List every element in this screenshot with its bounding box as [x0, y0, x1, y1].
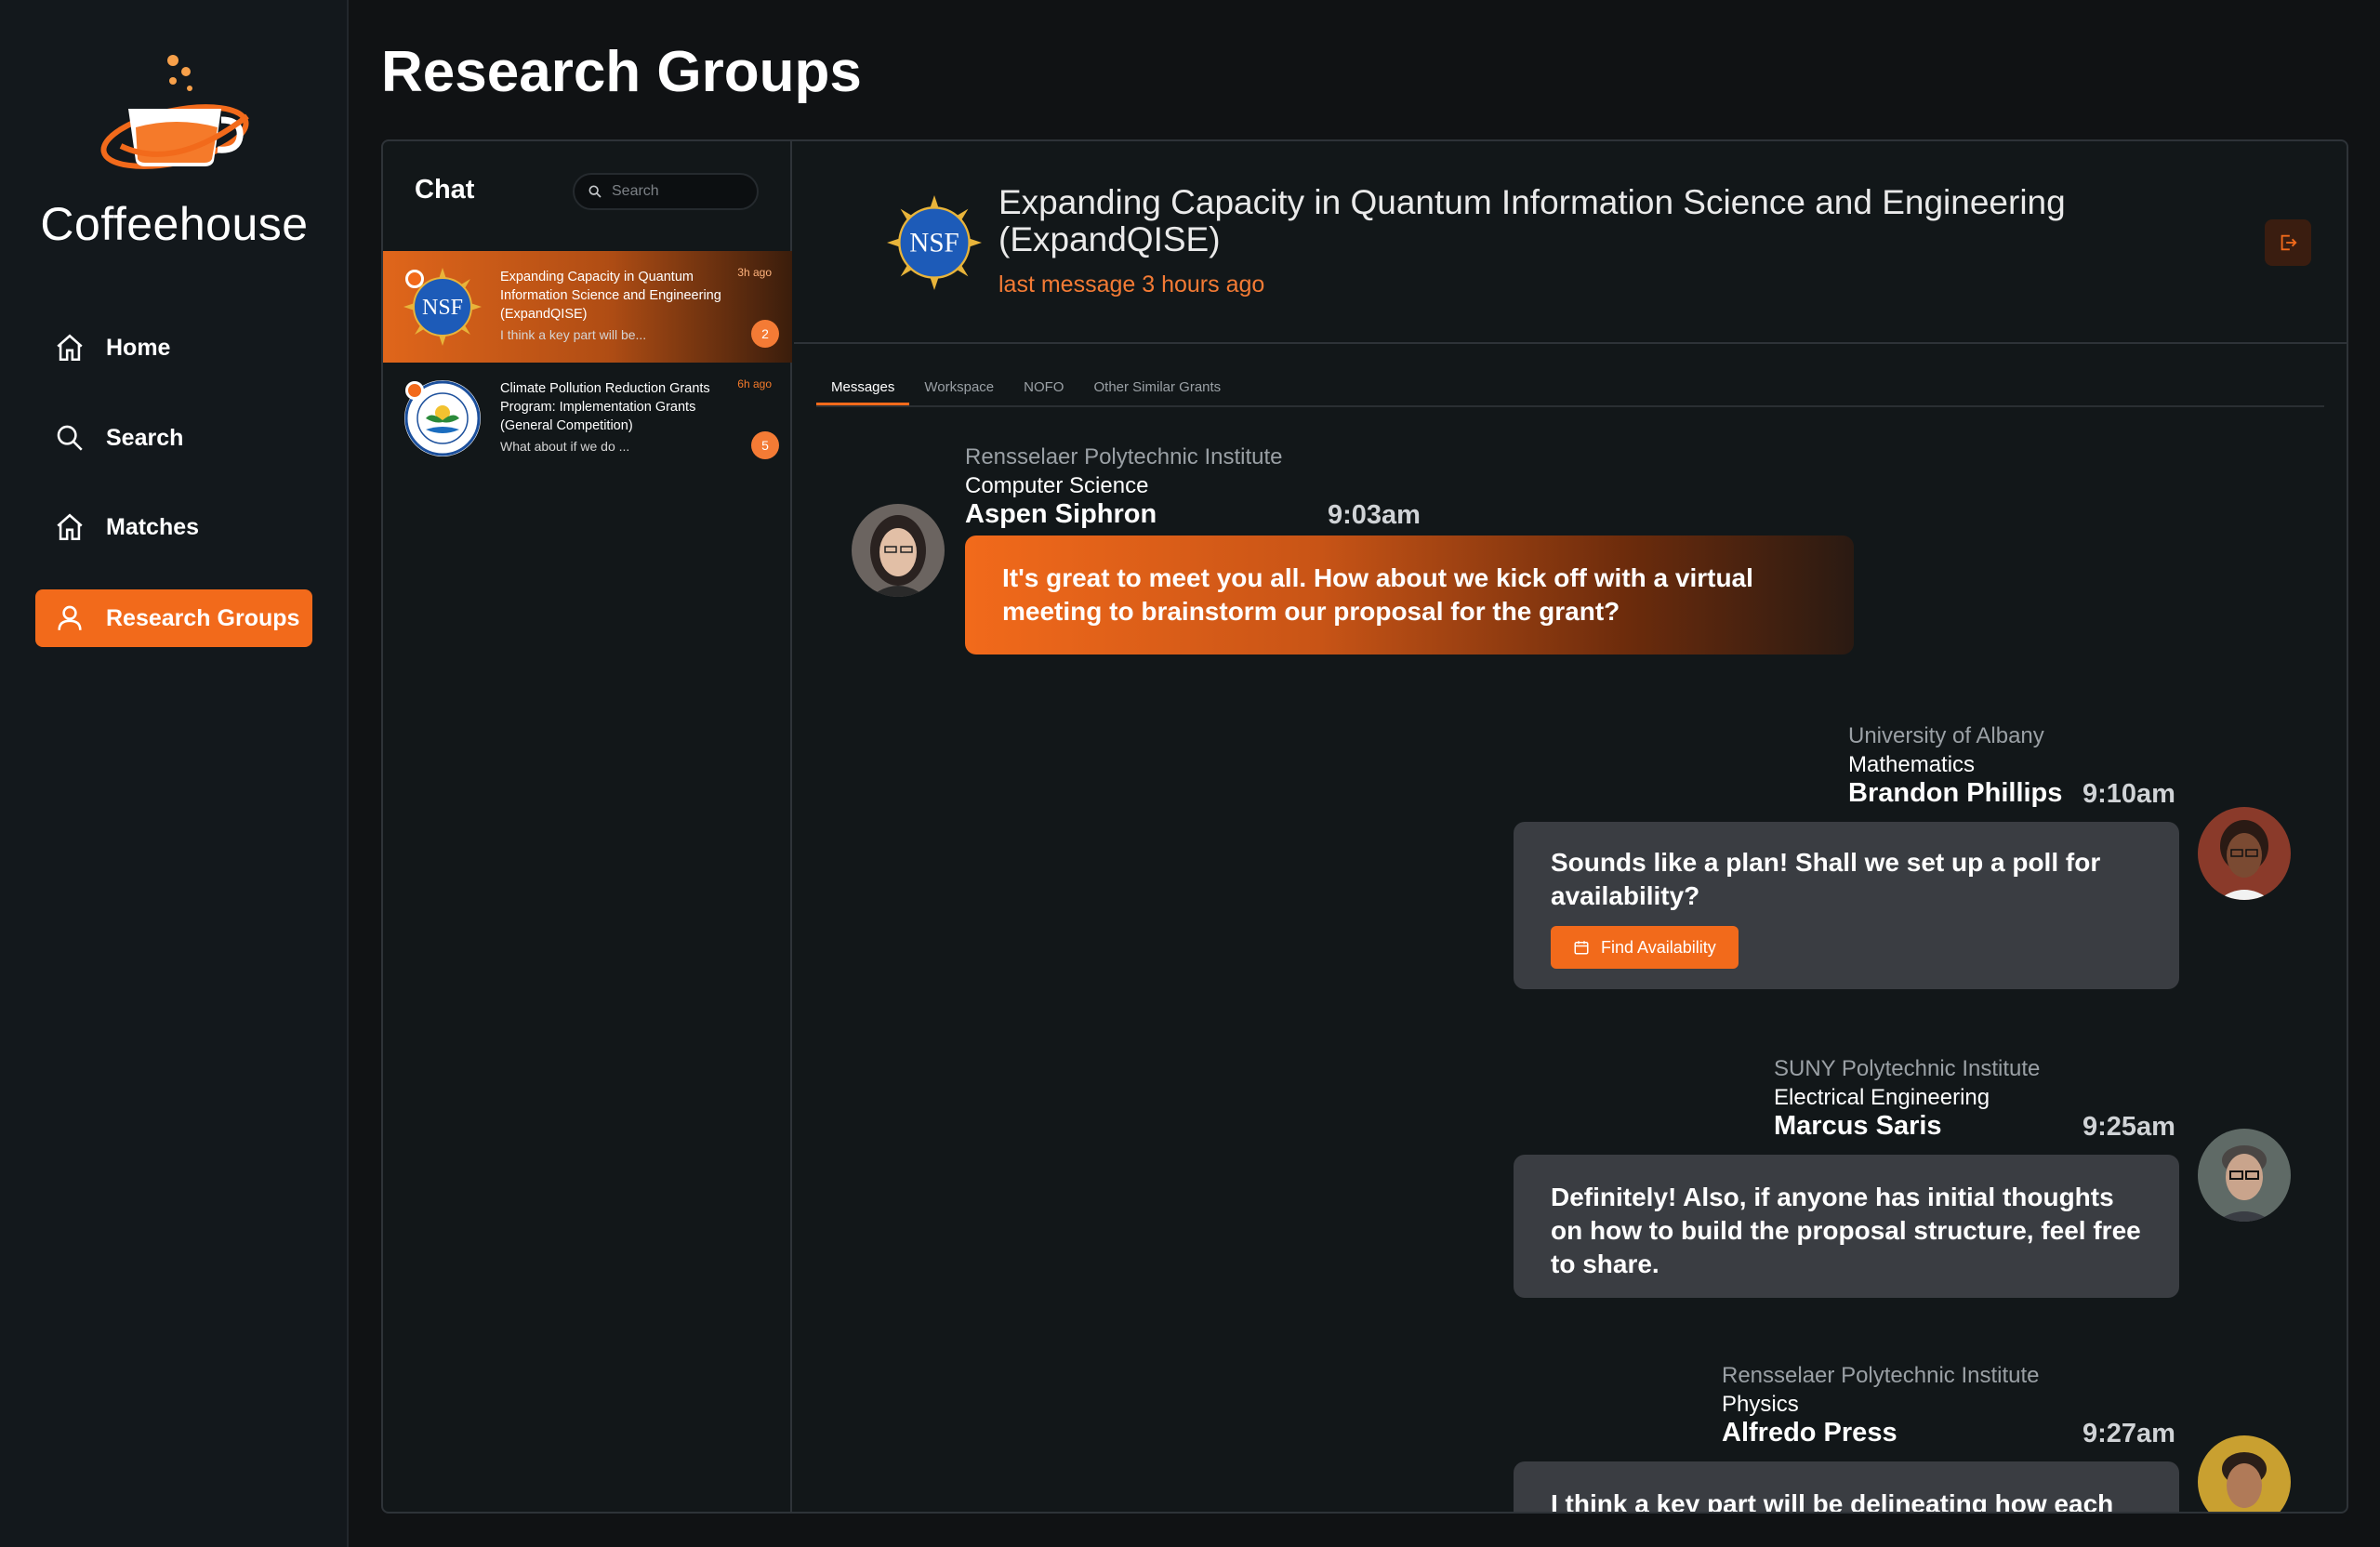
sender-department: Physics	[1722, 1392, 1799, 1417]
user-icon	[58, 605, 82, 630]
tab-nofo[interactable]: NOFO	[1009, 372, 1078, 405]
avatar	[2198, 807, 2291, 900]
sidebar: Coffeehouse Home Search Matches Research…	[0, 0, 349, 1547]
message-meta: SUNY Polytechnic Institute Electrical En…	[1774, 1054, 2040, 1141]
sender-name: Alfredo Press	[1722, 1418, 1897, 1448]
svg-text:NSF: NSF	[422, 296, 463, 320]
message-meta: University of Albany Mathematics Brandon…	[1848, 721, 2062, 808]
conversation-snippet: What about if we do ...	[500, 439, 630, 454]
svg-text:NSF: NSF	[909, 229, 959, 258]
online-indicator	[405, 270, 424, 288]
message-bubble: I think a key part will be delineating h…	[1514, 1461, 2179, 1514]
calendar-icon	[1574, 941, 1589, 955]
sender-name: Brandon Phillips	[1848, 778, 2063, 808]
conversation-snippet: I think a key part will be...	[500, 327, 647, 342]
find-availability-label: Find Availability	[1601, 938, 1716, 957]
message-text: It's great to meet you all. How about we…	[1002, 563, 1753, 626]
nsf-logo-icon: NSF	[887, 195, 982, 290]
sidebar-item-matches[interactable]: Matches	[35, 498, 312, 556]
sender-institution: SUNY Polytechnic Institute	[1774, 1056, 2041, 1081]
chat-search-input[interactable]: Search	[573, 173, 759, 210]
sender-department: Electrical Engineering	[1774, 1085, 1990, 1110]
find-availability-button[interactable]: Find Availability	[1551, 926, 1739, 969]
sidebar-item-research-groups[interactable]: Research Groups	[35, 589, 312, 647]
online-indicator	[405, 381, 424, 400]
home-icon	[57, 334, 83, 362]
avatar	[2198, 1435, 2291, 1512]
sender-department: Computer Science	[965, 473, 1149, 498]
message-text: Definitely! Also, if anyone has initial …	[1551, 1183, 2141, 1278]
message-time: 9:10am	[2082, 779, 2175, 809]
exit-icon	[2281, 234, 2297, 251]
avatar	[852, 504, 945, 597]
chat-list-title: Chat	[415, 175, 475, 205]
sidebar-item-label: Home	[106, 334, 171, 361]
unread-badge: 5	[751, 431, 779, 459]
message-meta: Rensselaer Polytechnic Institute Physics…	[1722, 1361, 2040, 1448]
conversation-title: Expanding Capacity in Quantum Informatio…	[998, 183, 2066, 258]
sender-name: Aspen Siphron	[965, 499, 1157, 529]
message-text: Sounds like a plan! Shall we set up a po…	[1551, 848, 2101, 910]
sender-institution: Rensselaer Polytechnic Institute	[1722, 1363, 2040, 1388]
message-bubble: It's great to meet you all. How about we…	[965, 536, 1854, 654]
home-icon	[57, 513, 83, 541]
conversation-time: 3h ago	[737, 266, 772, 279]
message-text: I think a key part will be delineating h…	[1551, 1489, 2114, 1514]
search-icon	[57, 425, 83, 451]
sender-institution: Rensselaer Polytechnic Institute	[965, 444, 1283, 469]
chat-panel: Chat Search NSF Expanding Capacity in Qu…	[381, 139, 2348, 1514]
message-bubble: Definitely! Also, if anyone has initial …	[1514, 1155, 2179, 1298]
message-time: 9:27am	[2082, 1419, 2175, 1448]
message-bubble: Sounds like a plan! Shall we set up a po…	[1514, 822, 2179, 989]
sidebar-item-search[interactable]: Search	[35, 409, 312, 467]
sender-name: Marcus Saris	[1774, 1111, 1942, 1141]
search-icon	[588, 185, 602, 198]
conversation-tabs: Messages Workspace NOFO Other Similar Gr…	[816, 372, 2324, 407]
search-placeholder: Search	[612, 183, 659, 199]
tab-messages[interactable]: Messages	[816, 372, 910, 405]
sender-institution: University of Albany	[1848, 723, 2044, 748]
conversation-item[interactable]: Climate Pollution Reduction Grants Progr…	[383, 363, 792, 474]
leave-group-button[interactable]	[2265, 219, 2311, 266]
message-time: 9:03am	[1328, 500, 1421, 530]
conversation-view: NSF Expanding Capacity in Quantum Inform…	[794, 141, 2347, 1512]
sidebar-item-label: Matches	[106, 513, 200, 540]
message-meta: Rensselaer Polytechnic Institute Compute…	[965, 443, 1283, 529]
message-time: 9:25am	[2082, 1112, 2175, 1142]
coffeehouse-logo-icon	[93, 51, 260, 181]
conversation-name: Expanding Capacity in Quantum Informatio…	[500, 270, 721, 322]
unread-badge: 2	[751, 320, 779, 348]
page-title: Research Groups	[381, 40, 862, 104]
sidebar-item-home[interactable]: Home	[35, 319, 312, 377]
sender-department: Mathematics	[1848, 752, 1976, 777]
sidebar-item-label: Research Groups	[106, 604, 300, 631]
conversation-time: 6h ago	[737, 377, 772, 390]
brand-name: Coffeehouse	[40, 198, 309, 250]
conversation-item[interactable]: NSF Expanding Capacity in Quantum Inform…	[383, 251, 792, 363]
conversation-name: Climate Pollution Reduction Grants Progr…	[500, 381, 710, 433]
tab-other-similar-grants[interactable]: Other Similar Grants	[1078, 372, 1236, 405]
avatar	[2198, 1129, 2291, 1222]
sidebar-item-label: Search	[106, 424, 184, 451]
last-message-time: last message 3 hours ago	[998, 271, 1265, 298]
conversation-header: NSF Expanding Capacity in Quantum Inform…	[794, 141, 2347, 344]
conversation-list: Chat Search NSF Expanding Capacity in Qu…	[383, 141, 792, 1512]
tab-workspace[interactable]: Workspace	[909, 372, 1009, 405]
